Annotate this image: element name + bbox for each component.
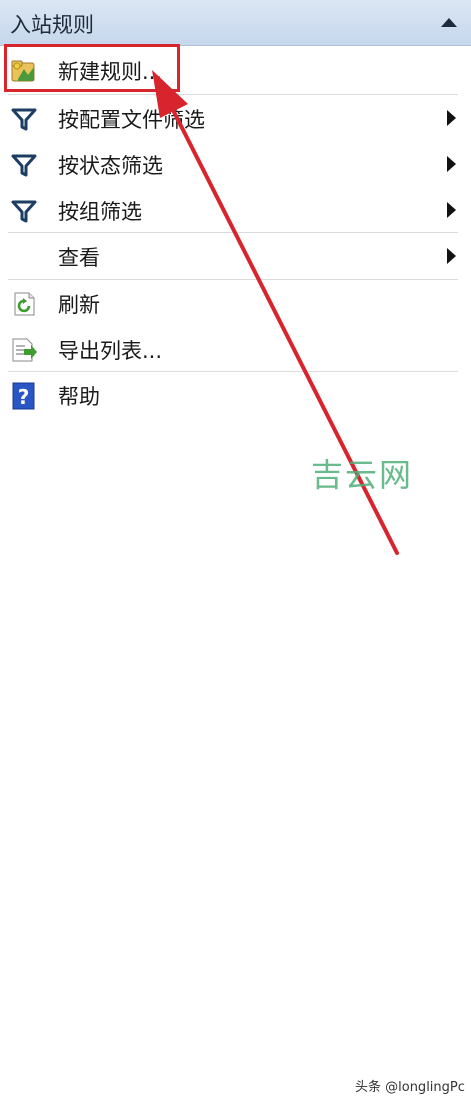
menu-item-label: 按状态筛选 bbox=[58, 154, 163, 178]
svg-text:?: ? bbox=[18, 385, 30, 409]
refresh-icon bbox=[10, 290, 38, 318]
panel-title: 入站规则 bbox=[10, 13, 94, 37]
menu-item-view[interactable]: 查看 bbox=[0, 233, 471, 279]
watermark: 吉云网 bbox=[311, 456, 414, 494]
menu-item-label: 按配置文件筛选 bbox=[58, 108, 205, 132]
menu-item-new-rule[interactable]: 新建规则... bbox=[0, 47, 471, 93]
filter-icon bbox=[10, 197, 38, 225]
help-icon: ? bbox=[10, 382, 38, 410]
menu-item-filter-by-state[interactable]: 按状态筛选 bbox=[0, 141, 471, 187]
submenu-arrow-icon bbox=[447, 202, 456, 218]
menu-item-filter-by-profile[interactable]: 按配置文件筛选 bbox=[0, 95, 471, 141]
menu-item-label: 查看 bbox=[58, 246, 100, 270]
menu-item-label: 刷新 bbox=[58, 293, 100, 317]
menu-item-label: 新建规则... bbox=[58, 60, 163, 84]
menu-item-label: 帮助 bbox=[58, 385, 100, 409]
collapse-arrow-icon[interactable] bbox=[441, 18, 457, 27]
menu-item-help[interactable]: ? 帮助 bbox=[0, 372, 471, 418]
filter-icon bbox=[10, 151, 38, 179]
filter-icon bbox=[10, 105, 38, 133]
panel-header[interactable]: 入站规则 bbox=[0, 0, 471, 46]
menu-item-filter-by-group[interactable]: 按组筛选 bbox=[0, 187, 471, 233]
new-rule-icon bbox=[10, 57, 38, 85]
menu-item-refresh[interactable]: 刷新 bbox=[0, 280, 471, 326]
menu-item-label: 导出列表... bbox=[58, 339, 163, 363]
submenu-arrow-icon bbox=[447, 156, 456, 172]
submenu-arrow-icon bbox=[447, 110, 456, 126]
attribution-text: 头条 @longlingPc bbox=[355, 1080, 465, 1095]
menu-item-export-list[interactable]: 导出列表... bbox=[0, 326, 471, 372]
submenu-arrow-icon bbox=[447, 248, 456, 264]
export-list-icon bbox=[10, 336, 38, 364]
menu-item-label: 按组筛选 bbox=[58, 200, 142, 224]
